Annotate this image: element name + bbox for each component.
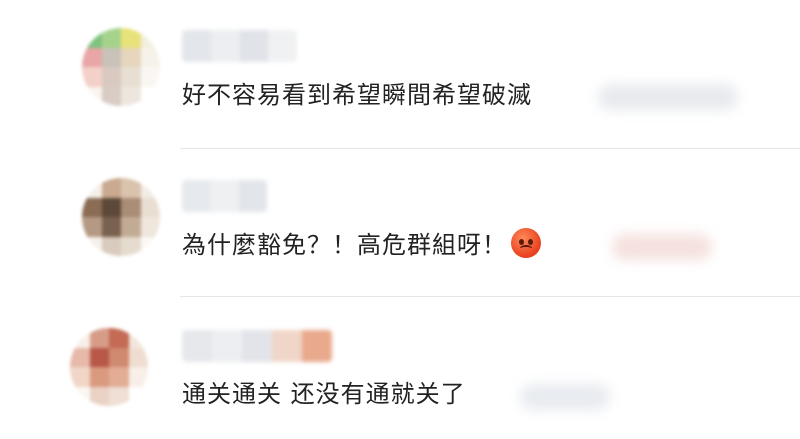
comment-text: 好不容易看到希望瞬間希望破滅 — [182, 81, 532, 109]
comment-text: 為什麼豁免？！高危群組呀！ — [182, 228, 541, 261]
username-blurred[interactable] — [182, 30, 297, 62]
avatar[interactable] — [70, 328, 148, 406]
divider — [180, 148, 800, 149]
username-blurred[interactable] — [182, 330, 332, 362]
trailing-blur — [520, 384, 610, 410]
trailing-blur — [612, 234, 712, 260]
comment-item: 通关通关 还没有通就关了 — [0, 298, 800, 438]
trailing-blur — [598, 84, 738, 110]
avatar[interactable] — [82, 178, 160, 256]
comment-item: 為什麼豁免？！高危群組呀！ — [0, 150, 800, 290]
divider — [180, 296, 800, 297]
username-blurred[interactable] — [182, 180, 267, 212]
comment-text-content: 為什麼豁免？！高危群組呀！ — [182, 231, 507, 259]
avatar[interactable] — [82, 28, 160, 106]
angry-face-emoji — [511, 228, 541, 258]
comment-text: 通关通关 还没有通就关了 — [182, 380, 466, 408]
comment-item: 好不容易看到希望瞬間希望破滅 — [0, 0, 800, 140]
